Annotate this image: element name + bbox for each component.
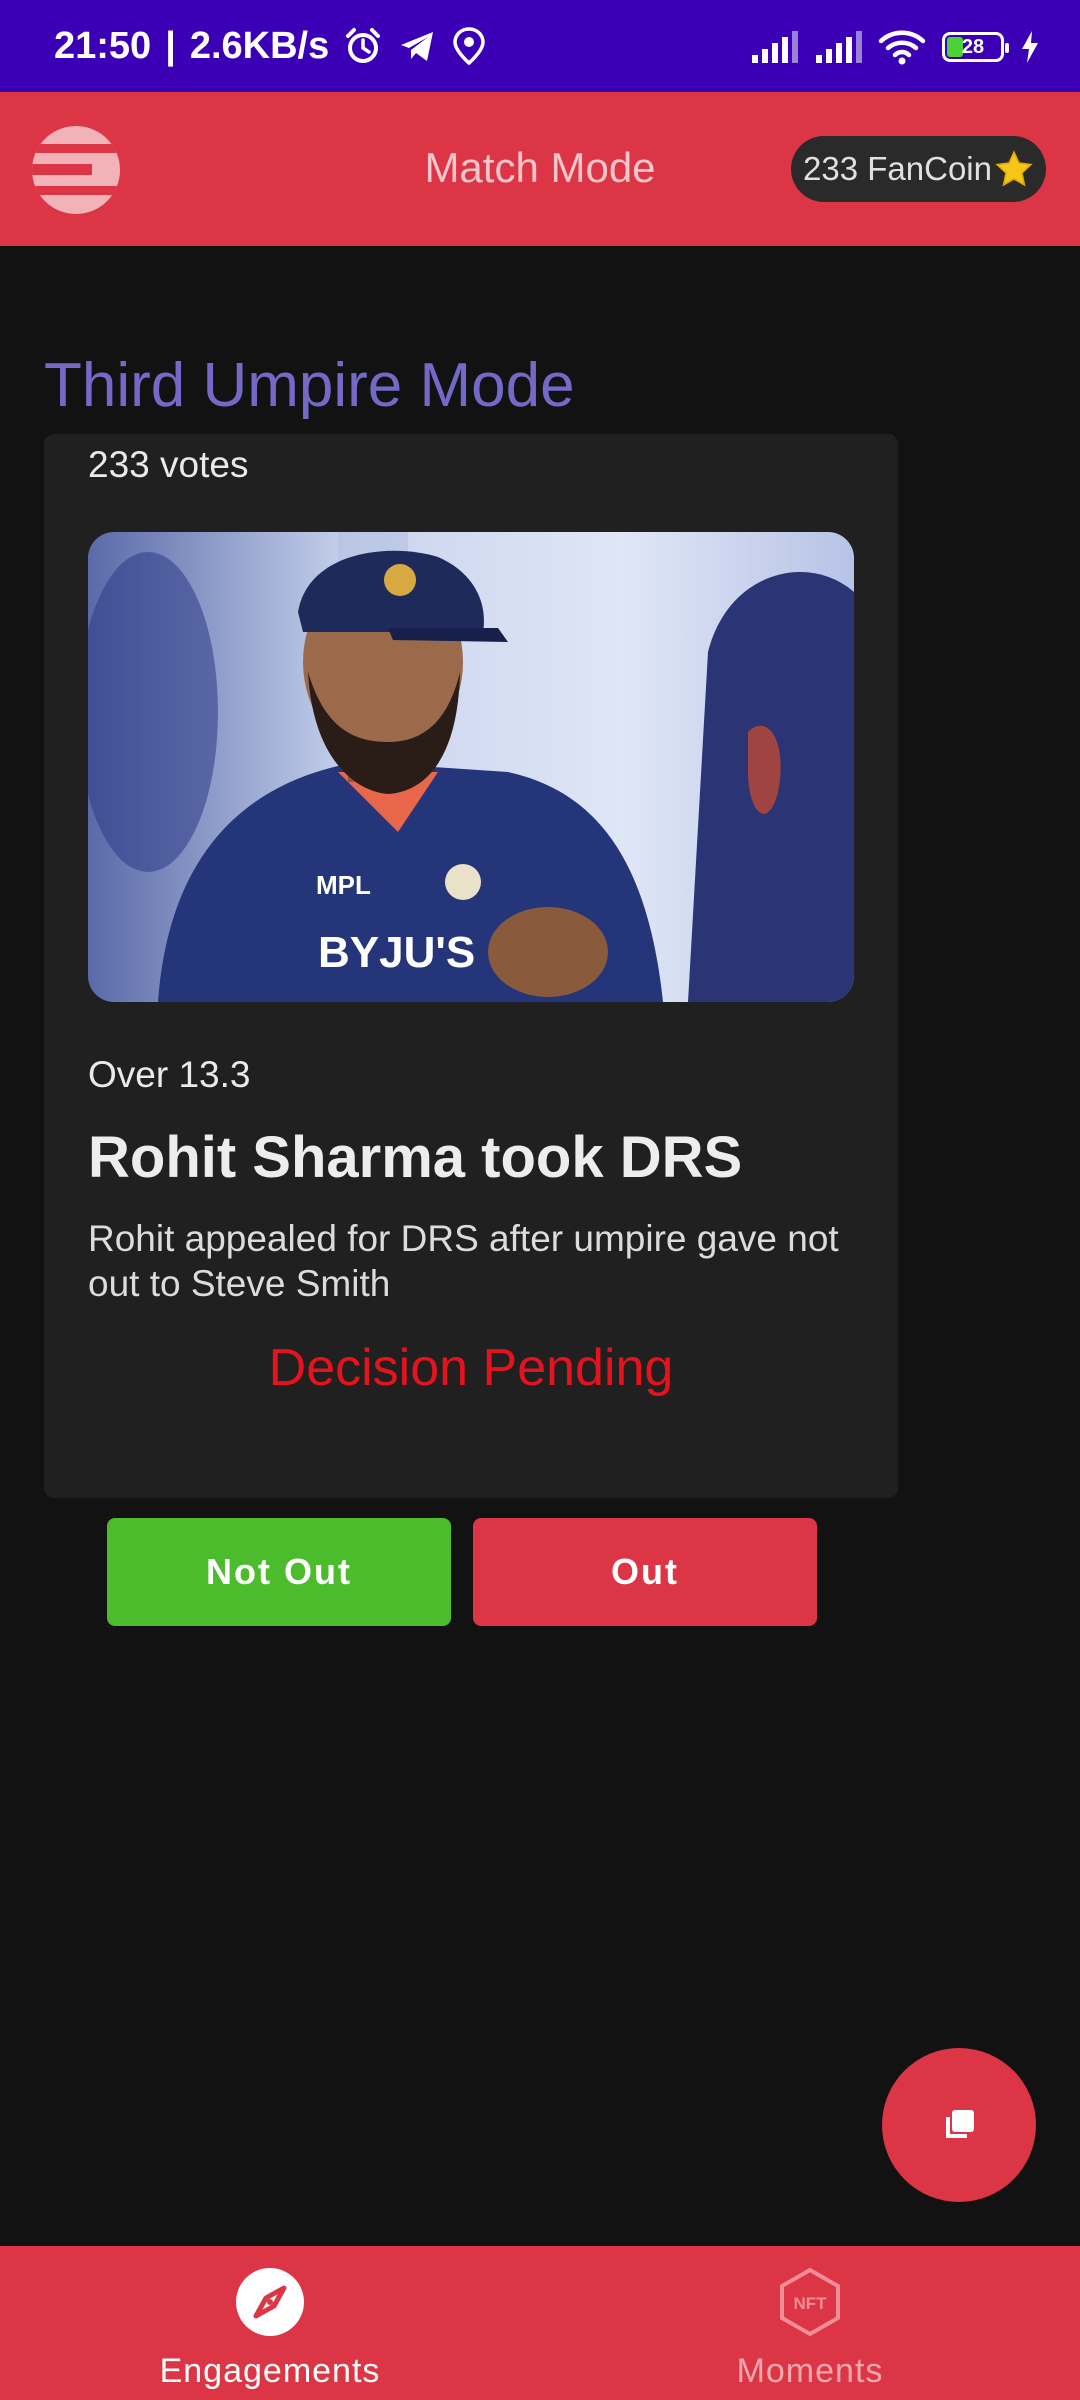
over-number: Over 13.3 xyxy=(88,1054,251,1095)
alarm-icon xyxy=(346,28,381,63)
star-icon xyxy=(995,150,1033,187)
out-button[interactable]: Out xyxy=(473,1518,817,1626)
location-icon xyxy=(453,27,486,66)
battery-level: 28 xyxy=(961,35,985,58)
compass-icon xyxy=(236,2268,304,2336)
sponsor-byjus: BYJU'S xyxy=(318,928,475,977)
nav-item-engagements[interactable]: Engagements xyxy=(120,2246,420,2400)
telegram-icon xyxy=(401,32,434,61)
drs-card: 233 votes MPL BYJU'S Over 13.3 Rohit Sha… xyxy=(44,434,898,1498)
nav-label-moments: Moments xyxy=(736,2352,884,2390)
fancoin-badge[interactable]: 233 FanCoin xyxy=(791,136,1046,202)
not-out-button[interactable]: Not Out xyxy=(107,1518,451,1626)
section-title: Third Umpire Mode xyxy=(44,351,575,420)
wifi-icon xyxy=(878,30,926,65)
status-time: 21:50 xyxy=(54,24,152,67)
drs-description: Rohit appealed for DRS after umpire gave… xyxy=(88,1218,839,1304)
nft-icon-text: NFT xyxy=(793,2294,827,2313)
fancoin-label: 233 FanCoin xyxy=(803,150,992,187)
status-separator: | xyxy=(165,24,176,67)
signal-icon xyxy=(752,31,798,63)
decision-status: Decision Pending xyxy=(268,1339,674,1397)
status-left: 21:50 | 2.6KB/s xyxy=(54,20,487,72)
app-bar: Match Mode 233 FanCoin xyxy=(0,92,1080,246)
nav-item-moments[interactable]: NFT Moments xyxy=(660,2246,960,2400)
bottom-nav: Engagements NFT Moments xyxy=(0,2246,1080,2400)
signal-icon xyxy=(816,31,862,63)
status-right: 28 xyxy=(750,22,1040,72)
drs-headline: Rohit Sharma took DRS xyxy=(88,1125,743,1190)
nft-icon: NFT xyxy=(780,2267,840,2337)
floating-action-button[interactable] xyxy=(882,2048,1036,2202)
charging-icon xyxy=(1022,31,1038,63)
copy-icon xyxy=(946,2110,974,2138)
status-bar: 21:50 | 2.6KB/s 28 xyxy=(0,0,1080,92)
battery-icon: 28 xyxy=(942,32,1009,62)
status-network-speed: 2.6KB/s xyxy=(189,24,330,67)
nav-label-engagements: Engagements xyxy=(159,2352,381,2390)
votes-count: 233 votes xyxy=(88,444,249,485)
player-photo: MPL BYJU'S xyxy=(88,532,854,1002)
sponsor-mpl: MPL xyxy=(316,870,371,900)
